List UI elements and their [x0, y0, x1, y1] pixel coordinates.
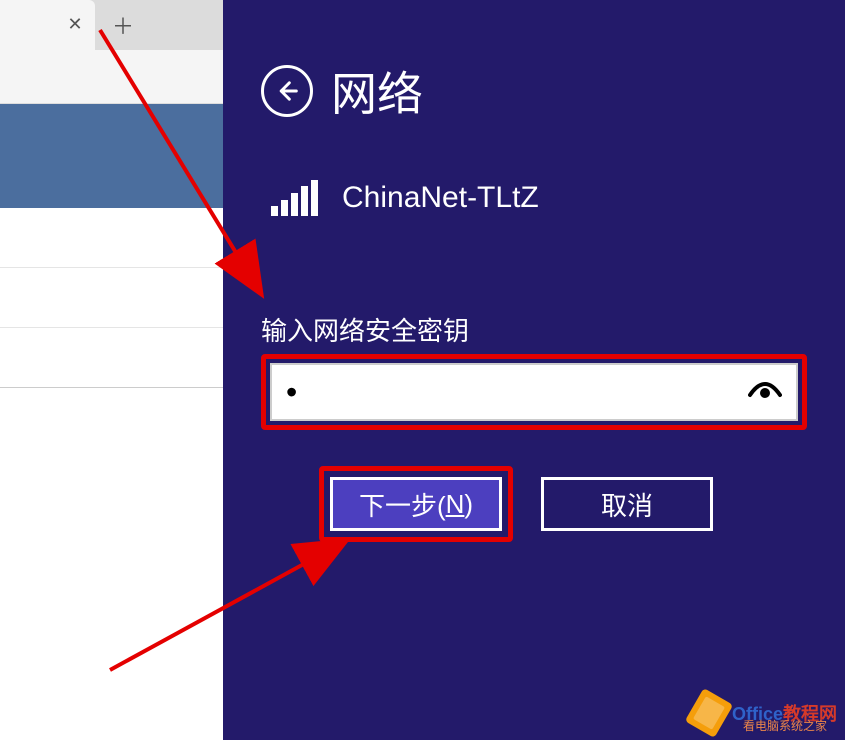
watermark-badge-icon — [685, 688, 733, 738]
password-label: 输入网络安全密钥 — [261, 311, 807, 348]
cancel-button[interactable]: 取消 — [541, 477, 713, 531]
panel-header: 网络 — [261, 58, 807, 124]
page-header-band — [0, 104, 223, 208]
page-list-row — [0, 328, 223, 388]
password-input[interactable] — [286, 374, 748, 411]
back-button[interactable] — [261, 65, 313, 117]
next-button-label-prefix: 下一步( — [359, 486, 446, 523]
next-button-annotation-highlight: 下一步(N) — [319, 466, 513, 542]
next-button-label-suffix: ) — [464, 489, 473, 520]
watermark-subtext: 看电脑系统之家 — [743, 717, 827, 734]
buttons-row: 下一步(N) 取消 — [319, 466, 807, 542]
wifi-signal-icon — [271, 180, 318, 216]
close-tab-icon[interactable]: ✕ — [65, 14, 85, 34]
browser-tab[interactable]: ✕ — [0, 0, 95, 50]
input-annotation-highlight — [261, 354, 807, 430]
tab-strip: ✕ ＋ — [0, 0, 223, 50]
reveal-password-icon[interactable] — [748, 377, 782, 408]
next-button-accelerator: N — [446, 489, 465, 520]
browser-background: ✕ ＋ — [0, 0, 223, 740]
url-bar[interactable] — [0, 50, 223, 104]
network-panel: 网络 ChinaNet-TLtZ 输入网络安全密钥 下一步(N) — [223, 0, 845, 740]
new-tab-button[interactable]: ＋ — [103, 5, 143, 45]
page-list-row — [0, 268, 223, 328]
network-name: ChinaNet-TLtZ — [342, 181, 539, 215]
cancel-button-label: 取消 — [601, 486, 653, 523]
page-list-row — [0, 208, 223, 268]
watermark: Office教程网 看电脑系统之家 — [692, 694, 837, 732]
back-arrow-icon — [273, 77, 301, 105]
panel-title: 网络 — [331, 58, 423, 124]
network-row: ChinaNet-TLtZ — [271, 180, 807, 216]
next-button[interactable]: 下一步(N) — [330, 477, 502, 531]
password-field-container — [270, 363, 798, 421]
